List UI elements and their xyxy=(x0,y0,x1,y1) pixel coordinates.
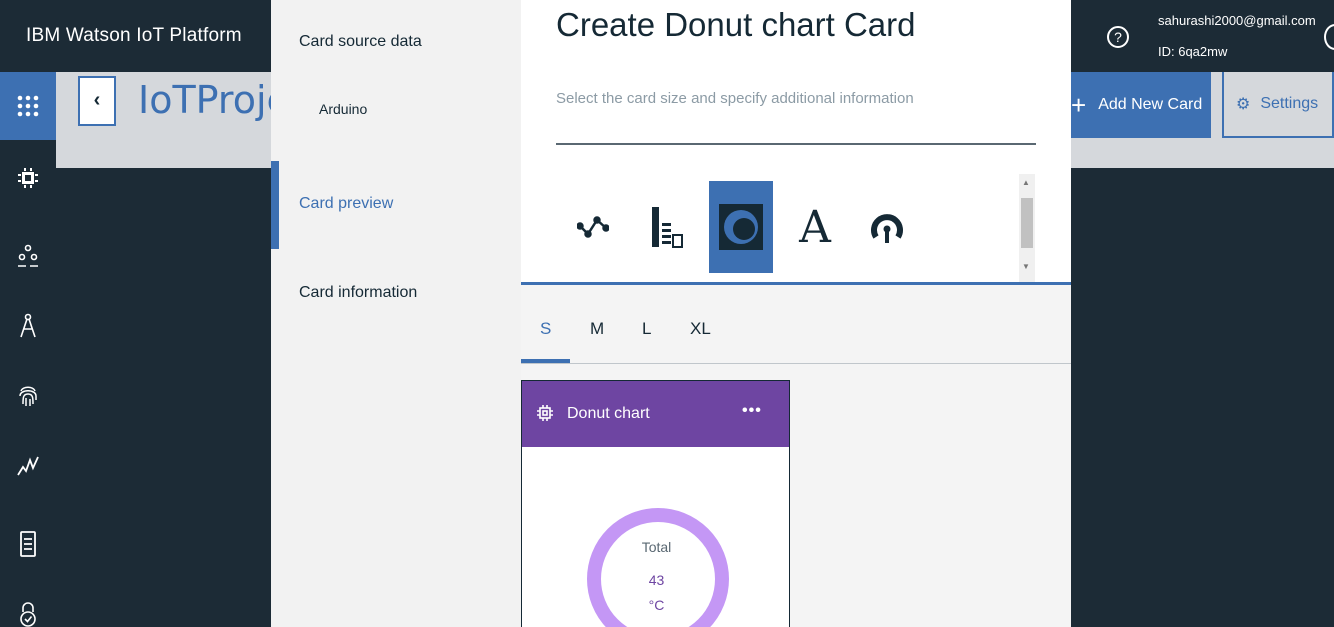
members-icon[interactable] xyxy=(0,222,56,290)
gauge-icon[interactable] xyxy=(855,181,919,273)
device-icon[interactable] xyxy=(0,510,56,578)
line-chart-icon[interactable] xyxy=(561,181,625,273)
source-device-type: Arduino xyxy=(319,101,368,117)
user-avatar-icon[interactable] xyxy=(1324,24,1334,50)
card-type-selector: A ▲ ▼ xyxy=(521,170,1071,283)
left-nav xyxy=(0,72,56,627)
chip-icon xyxy=(537,405,553,421)
rules-icon[interactable] xyxy=(0,292,56,360)
user-id: ID: 6qa2mw xyxy=(1158,44,1228,59)
security-fingerprint-icon[interactable] xyxy=(0,362,56,430)
card-header: Donut chart ••• xyxy=(522,381,789,447)
divider xyxy=(556,143,1036,145)
scroll-up-arrow-icon[interactable]: ▲ xyxy=(1022,178,1030,187)
step-card-source-data[interactable]: Card source data xyxy=(299,33,422,51)
add-new-card-label: Add New Card xyxy=(1098,96,1203,113)
modal-title: Create Donut chart Card xyxy=(556,6,916,43)
brand-title[interactable]: IBM Watson IoT Platform xyxy=(26,25,242,47)
donut-chart-icon[interactable] xyxy=(709,181,773,273)
modal-subtitle: Select the card size and specify additio… xyxy=(556,90,914,107)
lock-icon[interactable] xyxy=(0,580,56,627)
text-icon[interactable]: A xyxy=(783,181,847,273)
bar-chart-icon[interactable] xyxy=(635,181,699,273)
donut-total-label: Total xyxy=(641,539,672,555)
back-button[interactable]: ‹ xyxy=(78,76,116,126)
card-overflow-menu-icon[interactable]: ••• xyxy=(742,402,762,420)
help-icon[interactable]: ? xyxy=(1107,26,1129,48)
card-title: Donut chart xyxy=(567,405,650,422)
size-tab-xl[interactable]: XL xyxy=(690,319,711,339)
size-tab-s[interactable]: S xyxy=(540,319,551,339)
modal-content: Create Donut chart Card Select the card … xyxy=(521,0,1071,627)
active-step-indicator xyxy=(271,161,279,249)
plus-icon: + xyxy=(1071,89,1087,120)
donut-value: 43 xyxy=(648,572,665,588)
modal-step-nav: Card source data Arduino Card preview Ca… xyxy=(271,0,521,627)
step-card-information[interactable]: Card information xyxy=(299,284,417,302)
gear-icon: ⚙ xyxy=(1236,96,1251,113)
scrollbar-thumb[interactable] xyxy=(1021,198,1033,248)
size-tab-l[interactable]: L xyxy=(642,319,651,339)
settings-label: Settings xyxy=(1260,95,1319,112)
type-scrollbar[interactable]: ▲ ▼ xyxy=(1019,174,1035,282)
scroll-down-arrow-icon[interactable]: ▼ xyxy=(1022,262,1030,271)
size-divider xyxy=(521,363,1071,364)
donut-preview-card: Donut chart ••• Total 43 °C xyxy=(521,380,790,627)
donut-unit: °C xyxy=(648,597,665,613)
settings-button[interactable]: ⚙ Settings xyxy=(1222,72,1334,138)
chip-icon[interactable] xyxy=(0,144,56,212)
selected-type-caret xyxy=(735,273,747,279)
apps-icon[interactable] xyxy=(0,72,56,140)
card-size-area: S M L XL Donut chart ••• Total 43 °C xyxy=(521,285,1071,627)
step-card-preview[interactable]: Card preview xyxy=(299,195,393,213)
user-email[interactable]: sahurashi2000@gmail.com xyxy=(1158,13,1316,28)
analytics-icon[interactable] xyxy=(0,432,56,500)
size-tab-m[interactable]: M xyxy=(590,319,604,339)
add-new-card-button[interactable]: + Add New Card xyxy=(1071,72,1211,138)
